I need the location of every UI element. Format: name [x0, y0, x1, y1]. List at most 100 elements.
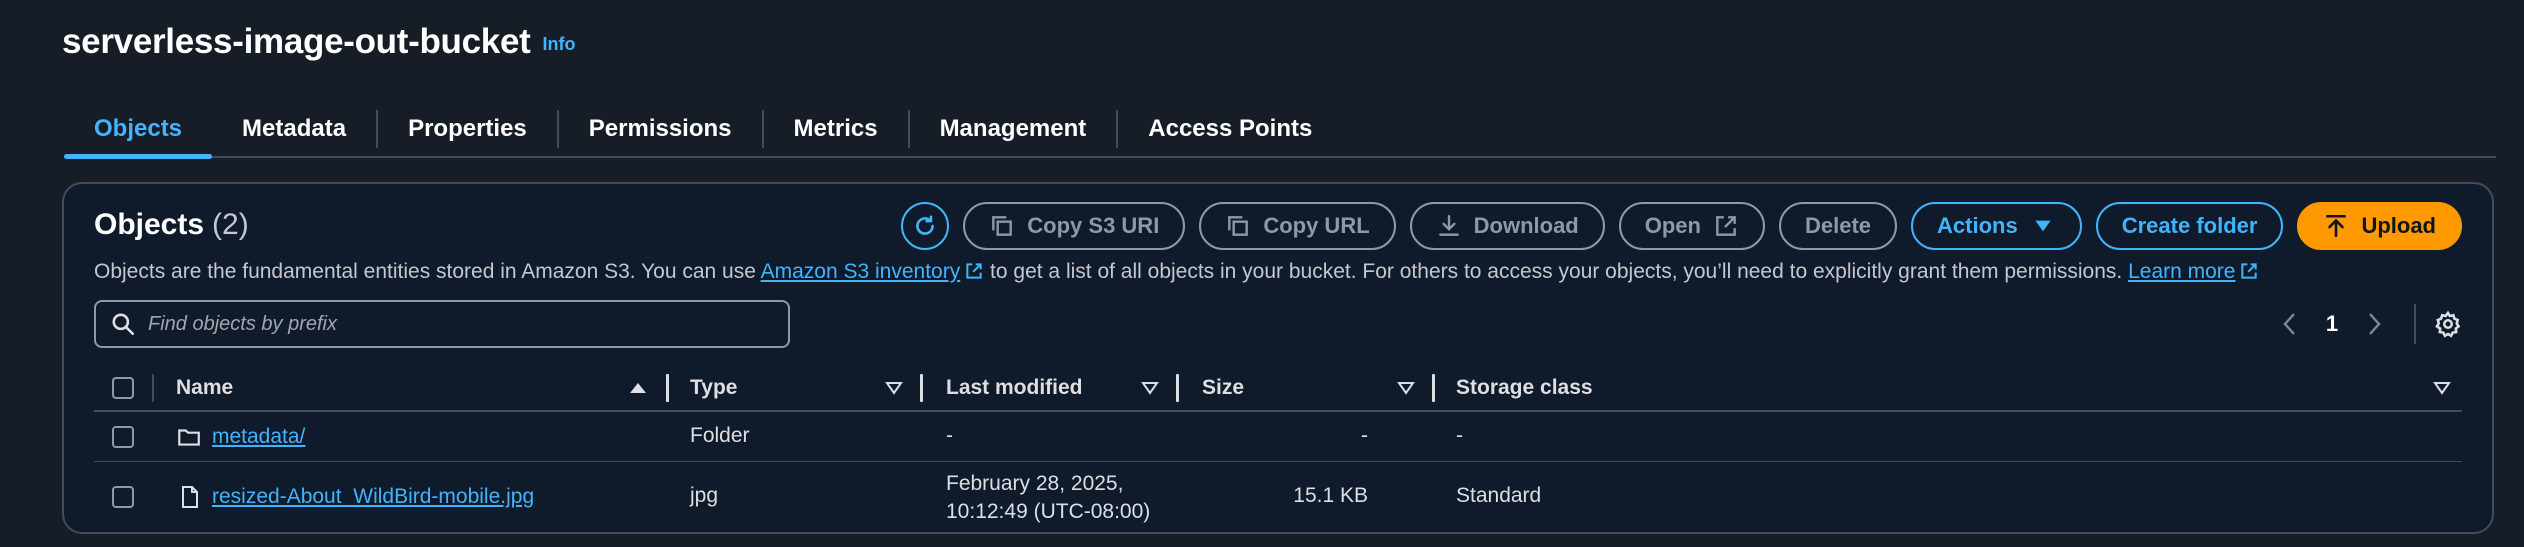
create-folder-label: Create folder [2121, 213, 2258, 238]
object-last-modified: - [946, 424, 953, 447]
copy-icon [989, 213, 1015, 239]
column-resizer[interactable] [1432, 374, 1435, 402]
folder-icon [178, 429, 200, 446]
external-link-icon [2241, 263, 2258, 279]
download-label: Download [1473, 213, 1579, 238]
tab-label: Permissions [588, 115, 732, 142]
last-modified-date: February 28, 2025, [946, 472, 1124, 495]
tab-label: Metadata [242, 115, 347, 142]
objects-panel: Objects (2) Copy S3 URI Copy URL Download… [62, 182, 2494, 534]
bucket-title: serverless-image-out-bucket [62, 22, 531, 61]
next-page-button[interactable] [2354, 311, 2394, 337]
object-size: - [1361, 424, 1368, 447]
info-link[interactable]: Info [542, 34, 575, 55]
s3-inventory-link[interactable]: Amazon S3 inventory [761, 260, 985, 283]
checkbox-box [112, 377, 134, 399]
learn-more-link[interactable]: Learn more [2128, 260, 2259, 283]
upload-button[interactable]: Upload [2297, 202, 2462, 250]
objects-heading: Objects (2) [94, 208, 249, 242]
pagination: 1 [2270, 300, 2462, 348]
object-name-cell: metadata/ [176, 424, 305, 450]
column-header-type[interactable]: Type [690, 364, 737, 412]
tab-management[interactable]: Management [910, 101, 1117, 157]
tab-access-points[interactable]: Access Points [1118, 101, 1342, 157]
sort-ascending-icon[interactable] [628, 378, 648, 398]
column-resizer[interactable] [920, 374, 923, 402]
copy-icon [1225, 213, 1251, 239]
tab-label: Management [939, 115, 1087, 142]
search-input[interactable] [148, 312, 748, 336]
checkbox-box [112, 486, 134, 508]
tab-label: Properties [408, 115, 527, 142]
tab-permissions[interactable]: Permissions [559, 101, 762, 157]
copy-s3-uri-button[interactable]: Copy S3 URI [963, 202, 1186, 250]
table-row: metadata/ Folder - - - [94, 412, 2462, 462]
page-number[interactable]: 1 [2310, 311, 2354, 337]
create-folder-button[interactable]: Create folder [2095, 202, 2284, 250]
row-checkbox[interactable] [112, 426, 134, 448]
object-name-cell: resized-About_WildBird-mobile.jpg [178, 484, 534, 510]
tab-objects[interactable]: Objects [64, 101, 213, 159]
sort-icon[interactable] [2432, 378, 2452, 398]
tab-properties[interactable]: Properties [378, 101, 557, 157]
description-text: Objects are the fundamental entities sto… [94, 260, 761, 283]
upload-label: Upload [2361, 213, 2436, 238]
object-storage-class: Standard [1456, 484, 1542, 507]
delete-button[interactable]: Delete [1778, 202, 1898, 250]
sort-icon[interactable] [1396, 378, 1416, 398]
learn-more-link-label: Learn more [2128, 260, 2236, 283]
open-label: Open [1644, 213, 1701, 238]
previous-page-button[interactable] [2270, 311, 2310, 337]
actions-label: Actions [1937, 213, 2018, 238]
column-resizer[interactable] [1176, 374, 1179, 402]
object-storage-class: - [1456, 424, 1463, 447]
select-all-checkbox[interactable] [112, 364, 134, 412]
sort-icon[interactable] [1140, 378, 1160, 398]
objects-heading-label: Objects [94, 208, 205, 241]
object-size: 15.1 KB [1293, 484, 1368, 507]
refresh-button[interactable] [901, 202, 950, 250]
actions-dropdown[interactable]: Actions [1911, 202, 2082, 250]
column-resizer[interactable] [666, 374, 669, 402]
column-header-last-modified[interactable]: Last modified [946, 364, 1083, 412]
refresh-icon [912, 213, 938, 239]
search-icon [110, 311, 136, 337]
upload-icon [2323, 213, 2349, 239]
chevron-left-icon [2283, 313, 2295, 335]
pagination-divider [2414, 304, 2416, 344]
table-row: resized-About_WildBird-mobile.jpg jpg Fe… [94, 462, 2462, 532]
preferences-button[interactable] [2434, 310, 2462, 338]
object-type: jpg [690, 484, 719, 507]
object-name-link[interactable]: metadata/ [212, 425, 305, 449]
copy-url-button[interactable]: Copy URL [1199, 202, 1396, 250]
row-checkbox[interactable] [112, 486, 134, 508]
chevron-right-icon [2369, 313, 2381, 335]
copy-s3-uri-label: Copy S3 URI [1027, 213, 1160, 238]
column-header-size[interactable]: Size [1202, 364, 1244, 412]
search-box [94, 300, 790, 348]
column-divider [152, 374, 154, 402]
last-modified-time: 10:12:49 (UTC-08:00) [946, 500, 1151, 523]
open-button[interactable]: Open [1618, 202, 1765, 250]
column-header-name[interactable]: Name [176, 364, 233, 412]
download-button[interactable]: Download [1409, 202, 1605, 250]
checkbox-box [112, 426, 134, 448]
bucket-tabs: Objects Metadata Properties Permissions … [64, 101, 2496, 159]
objects-toolbar: Copy S3 URI Copy URL Download Open Delet… [901, 202, 2462, 250]
file-icon [182, 486, 198, 508]
tab-label: Objects [94, 115, 183, 142]
table-header: Name Type Last modified Size Storage cla… [94, 364, 2462, 412]
object-name-link[interactable]: resized-About_WildBird-mobile.jpg [212, 485, 534, 509]
page-header: serverless-image-out-bucket Info [62, 22, 575, 62]
object-type: Folder [690, 424, 750, 447]
external-link-icon [966, 263, 982, 279]
object-last-modified: February 28, 2025, 10:12:49 (UTC-08:00) [946, 470, 1150, 526]
tab-label: Access Points [1148, 115, 1313, 142]
tab-metadata[interactable]: Metadata [212, 101, 376, 157]
column-header-storage-class[interactable]: Storage class [1456, 364, 1593, 412]
objects-description: Objects are the fundamental entities sto… [94, 260, 2259, 284]
tab-metrics[interactable]: Metrics [764, 101, 908, 157]
sort-icon[interactable] [884, 378, 904, 398]
objects-count: (2) [212, 208, 249, 241]
tab-label: Metrics [793, 115, 878, 142]
